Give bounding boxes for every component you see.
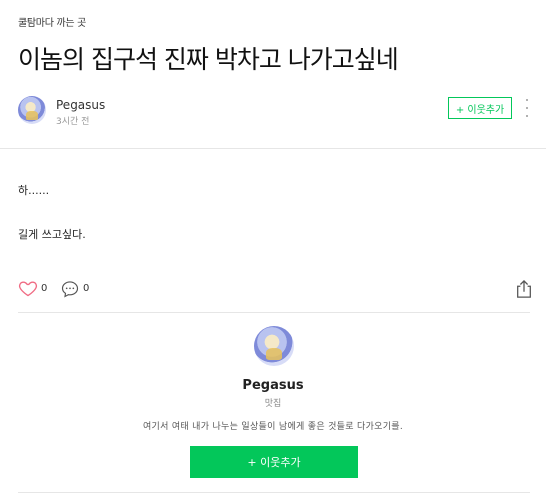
comment-icon[interactable]	[60, 279, 80, 299]
author-name[interactable]: Pegasus	[56, 98, 105, 112]
blog-name: 맛집	[264, 399, 282, 409]
post-body-line: 하......	[18, 184, 50, 197]
post-title: 이놈의 집구석 진짜 박차고 나가고싶네	[18, 45, 399, 74]
follow-button-bottom[interactable]: + 이웃추가	[190, 446, 358, 478]
post-body-line: 길게 쓰고싶다.	[18, 228, 86, 241]
profile-avatar[interactable]	[254, 326, 294, 366]
follow-button-top[interactable]: + 이웃추가	[448, 97, 512, 119]
profile-name[interactable]: Pegasus	[0, 378, 546, 393]
post-time: 3시간 전	[56, 117, 90, 127]
more-icon[interactable]	[524, 99, 530, 117]
author-avatar[interactable]	[18, 96, 46, 124]
profile-description: 여기서 여태 내가 나누는 일상들이 남에게 좋은 것들로 다가오기를.	[142, 422, 404, 432]
divider	[0, 148, 546, 149]
like-count: 0	[41, 283, 48, 294]
share-icon[interactable]	[515, 279, 533, 299]
comment-count: 0	[83, 283, 90, 294]
post-category[interactable]: 쿨탐마다 까는 곳	[18, 14, 86, 29]
divider	[18, 312, 530, 313]
divider	[18, 492, 530, 493]
heart-icon[interactable]	[18, 278, 38, 298]
